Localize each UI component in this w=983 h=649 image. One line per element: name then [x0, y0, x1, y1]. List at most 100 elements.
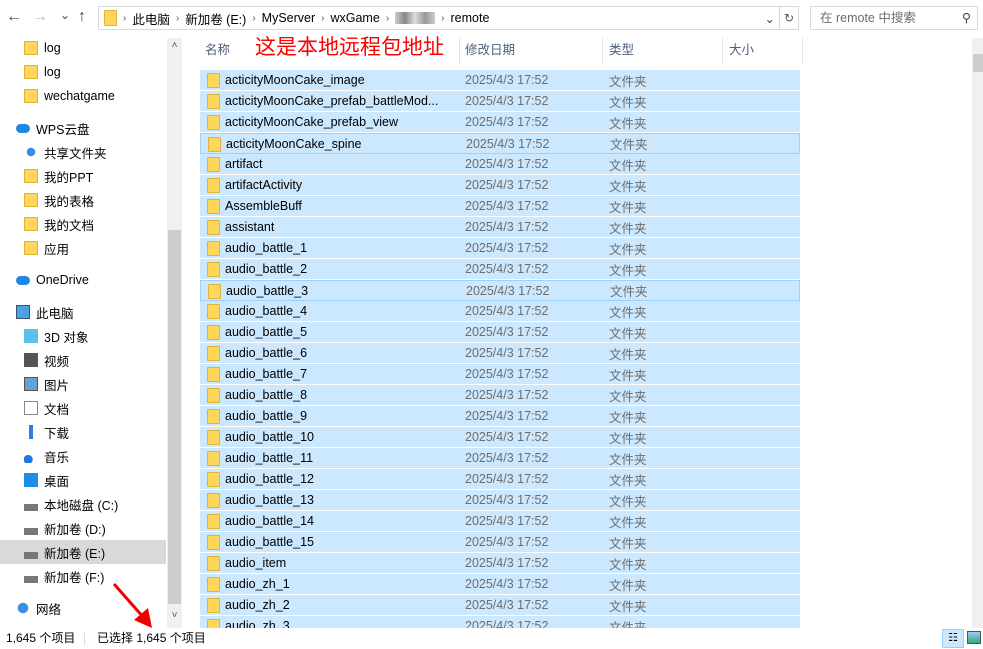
sidebar-item-label: 视频 [44, 354, 70, 369]
sidebar-item[interactable]: log [0, 60, 166, 84]
breadcrumb-remote[interactable]: remote [451, 11, 490, 25]
breadcrumb-myserver[interactable]: MyServer [262, 11, 315, 25]
file-name: audio_battle_2 [225, 262, 308, 276]
sidebar-item[interactable]: 我的文档 [0, 212, 166, 236]
search-input[interactable]: 在 remote 中搜索 ⚲ [810, 6, 978, 30]
scroll-down-icon[interactable]: ˅ [167, 610, 182, 621]
sidebar-item[interactable]: 我的PPT [0, 164, 166, 188]
column-header-date[interactable]: 修改日期 [465, 38, 515, 62]
file-row[interactable]: audio_battle_3 2025/4/3 17:52 文件夹 [200, 280, 800, 301]
back-button[interactable]: ← [6, 8, 22, 26]
folder-icon [207, 577, 220, 592]
sidebar-item[interactable]: 图片 [0, 372, 166, 396]
blurred-breadcrumb[interactable] [395, 12, 436, 24]
file-row[interactable]: audio_battle_12 2025/4/3 17:52 文件夹 [200, 469, 800, 490]
breadcrumb-drive-e[interactable]: 新加卷 (E:) [185, 9, 246, 28]
file-row[interactable]: acticityMoonCake_image 2025/4/3 17:52 文件夹 [200, 70, 800, 91]
file-list-scrollbar[interactable] [972, 38, 983, 628]
file-row[interactable]: audio_battle_15 2025/4/3 17:52 文件夹 [200, 532, 800, 553]
file-date: 2025/4/3 17:52 [465, 388, 549, 402]
sidebar-scrollbar-thumb[interactable] [168, 230, 181, 604]
column-divider[interactable] [459, 38, 460, 64]
sidebar-item[interactable]: wechatgame [0, 84, 166, 108]
sidebar-item[interactable]: 视频 [0, 348, 166, 372]
column-divider[interactable] [802, 38, 803, 64]
file-row[interactable]: audio_zh_2 2025/4/3 17:52 文件夹 [200, 595, 800, 616]
file-row[interactable]: audio_battle_13 2025/4/3 17:52 文件夹 [200, 490, 800, 511]
file-row[interactable]: audio_battle_6 2025/4/3 17:52 文件夹 [200, 343, 800, 364]
folder-icon [207, 178, 220, 193]
file-row[interactable]: audio_battle_14 2025/4/3 17:52 文件夹 [200, 511, 800, 532]
column-header-name[interactable]: 名称 [205, 38, 230, 62]
sidebar-item-label: 音乐 [44, 450, 70, 465]
file-type: 文件夹 [609, 368, 647, 383]
sidebar-item[interactable]: 下载 [0, 420, 166, 444]
file-row[interactable]: audio_battle_10 2025/4/3 17:52 文件夹 [200, 427, 800, 448]
scroll-up-icon[interactable]: ˄ [167, 40, 182, 51]
file-list-scrollbar-thumb[interactable] [973, 54, 983, 72]
large-icons-view-icon[interactable] [967, 631, 981, 644]
column-divider[interactable] [722, 38, 723, 64]
folder-icon [24, 89, 38, 103]
file-row[interactable]: AssembleBuff 2025/4/3 17:52 文件夹 [200, 196, 800, 217]
file-type: 文件夹 [609, 116, 647, 131]
file-row[interactable]: audio_battle_8 2025/4/3 17:52 文件夹 [200, 385, 800, 406]
details-view-icon[interactable]: ☷ [942, 629, 964, 648]
file-row[interactable]: audio_battle_4 2025/4/3 17:52 文件夹 [200, 301, 800, 322]
file-row[interactable]: audio_battle_1 2025/4/3 17:52 文件夹 [200, 238, 800, 259]
cube-icon [24, 329, 38, 343]
forward-button[interactable]: → [32, 8, 48, 26]
folder-icon [207, 115, 220, 130]
sidebar-item-label: log [44, 41, 61, 55]
sidebar-item[interactable]: 新加卷 (D:) [0, 516, 166, 540]
sidebar-item[interactable]: 应用 [0, 236, 166, 260]
file-name: audio_zh_2 [225, 598, 290, 612]
address-bar[interactable]: › 此电脑 › 新加卷 (E:) › MyServer › wxGame › › rem… [98, 6, 780, 30]
sidebar-item[interactable]: 本地磁盘 (C:) [0, 492, 166, 516]
sidebar-scrollbar[interactable]: ˄ ˅ [167, 38, 182, 628]
file-row[interactable]: acticityMoonCake_prefab_battleMod... 2025… [200, 91, 800, 112]
sidebar-item[interactable]: 共享文件夹 [0, 140, 166, 164]
sidebar-item[interactable]: 音乐 [0, 444, 166, 468]
file-name: audio_battle_3 [226, 283, 309, 298]
sidebar-item[interactable]: 此电脑 [0, 300, 166, 324]
folder-icon [207, 241, 220, 256]
recent-locations-button[interactable]: ⌄ [60, 8, 70, 22]
file-name: audio_battle_8 [225, 388, 308, 402]
file-date: 2025/4/3 17:52 [465, 178, 549, 192]
sidebar-item[interactable]: 我的表格 [0, 188, 166, 212]
column-header-type[interactable]: 类型 [609, 38, 634, 62]
sidebar-item[interactable]: OneDrive [0, 268, 166, 292]
column-divider[interactable] [602, 38, 603, 64]
chevron-right-icon: › [123, 12, 127, 24]
file-row[interactable]: artifact 2025/4/3 17:52 文件夹 [200, 154, 800, 175]
file-row[interactable]: acticityMoonCake_prefab_view 2025/4/3 17:… [200, 112, 800, 133]
file-row[interactable]: audio_battle_7 2025/4/3 17:52 文件夹 [200, 364, 800, 385]
drive-icon [24, 497, 38, 511]
sidebar-item-label: 我的表格 [44, 194, 95, 209]
file-type: 文件夹 [609, 74, 647, 89]
sidebar-item[interactable]: 新加卷 (E:) [0, 540, 166, 564]
file-row[interactable]: acticityMoonCake_spine 2025/4/3 17:52 文件夹 [200, 133, 800, 154]
file-row[interactable]: audio_zh_3 2025/4/3 17:52 文件夹 [200, 616, 800, 628]
address-dropdown-icon[interactable]: ⌄ [765, 11, 775, 26]
file-row[interactable]: assistant 2025/4/3 17:52 文件夹 [200, 217, 800, 238]
breadcrumb-wxgame[interactable]: wxGame [330, 11, 379, 25]
refresh-button[interactable]: ↻ [780, 6, 799, 30]
file-row[interactable]: audio_battle_5 2025/4/3 17:52 文件夹 [200, 322, 800, 343]
file-row[interactable]: audio_item 2025/4/3 17:52 文件夹 [200, 553, 800, 574]
sidebar-item[interactable]: 3D 对象 [0, 324, 166, 348]
sidebar-item[interactable]: WPS云盘 [0, 116, 166, 140]
file-row[interactable]: audio_battle_2 2025/4/3 17:52 文件夹 [200, 259, 800, 280]
column-header-size[interactable]: 大小 [729, 38, 754, 62]
file-row[interactable]: audio_battle_11 2025/4/3 17:52 文件夹 [200, 448, 800, 469]
up-button[interactable]: ↑ [78, 8, 86, 26]
breadcrumb-this-pc[interactable]: 此电脑 [132, 9, 170, 28]
file-row[interactable]: audio_battle_9 2025/4/3 17:52 文件夹 [200, 406, 800, 427]
sidebar-item[interactable]: 桌面 [0, 468, 166, 492]
sidebar-item[interactable]: log [0, 36, 166, 60]
sidebar-item[interactable]: 文档 [0, 396, 166, 420]
file-row[interactable]: artifactActivity 2025/4/3 17:52 文件夹 [200, 175, 800, 196]
navigation-pane: log log wechatgame WPS云盘 共享文件夹 我的PPT 我的表格 我的文档应… [0, 36, 183, 628]
file-row[interactable]: audio_zh_1 2025/4/3 17:52 文件夹 [200, 574, 800, 595]
